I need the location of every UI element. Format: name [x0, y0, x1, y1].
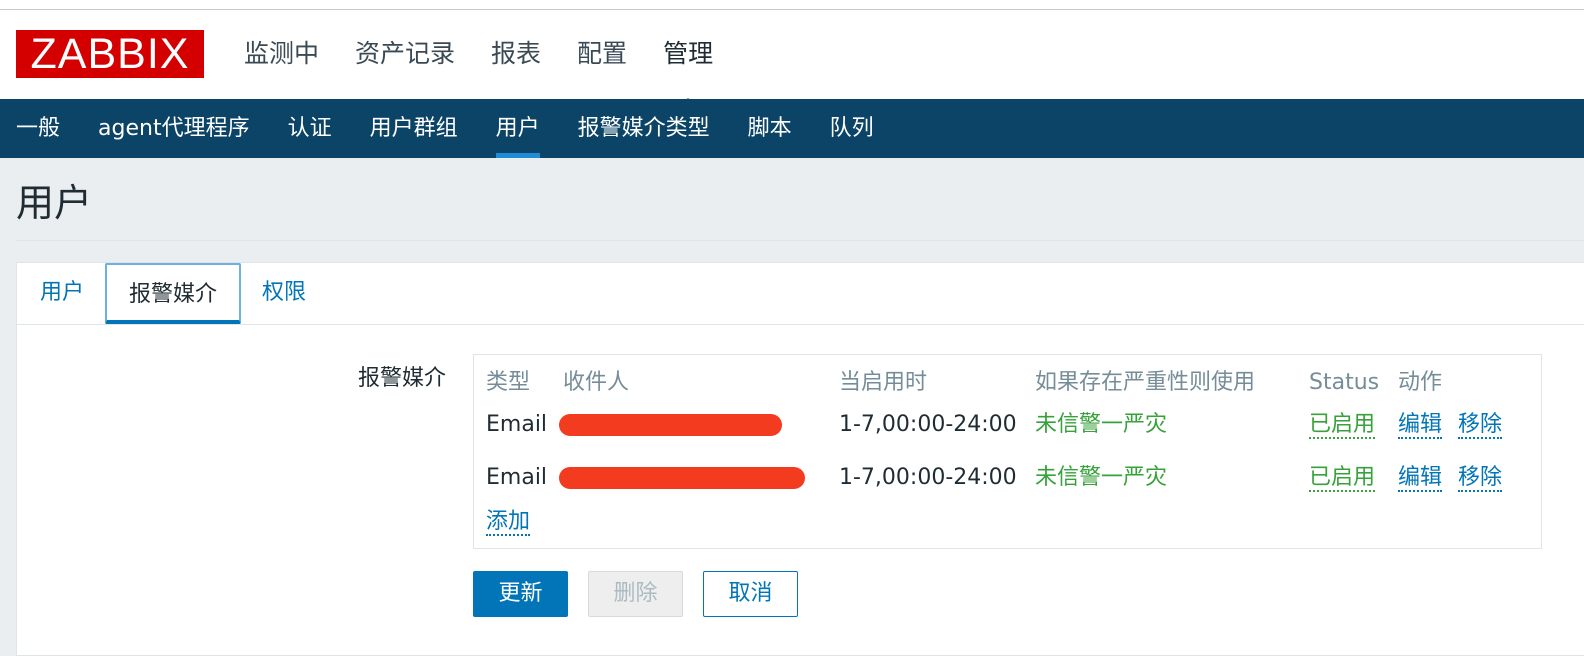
column-header-recipient: 收件人	[563, 370, 630, 395]
main-nav: 监测中 资产记录 报表 配置 管理	[226, 30, 731, 110]
main-nav-inventory[interactable]: 资产记录	[337, 30, 473, 78]
delete-button[interactable]: 删除	[588, 571, 683, 617]
main-nav-configuration[interactable]: 配置	[559, 30, 645, 78]
sub-nav-queue[interactable]: 队列	[811, 99, 893, 158]
sub-nav: 一般 agent代理程序 认证 用户群组 用户 报警媒介类型 脚本 队列	[0, 99, 1584, 158]
add-media-link[interactable]: 添加	[486, 509, 531, 536]
tab-media[interactable]: 报警媒介	[105, 263, 241, 324]
media-row-1-status-link[interactable]: 已启用	[1309, 412, 1376, 439]
zabbix-logo[interactable]: ZABBIX	[16, 30, 204, 78]
media-row-2-type: Email	[486, 465, 548, 490]
tab-user[interactable]: 用户	[27, 263, 97, 324]
column-header-type: 类型	[486, 370, 531, 395]
tab-permissions[interactable]: 权限	[249, 263, 319, 324]
sub-nav-users[interactable]: 用户	[477, 99, 559, 158]
user-form-panel: 用户 报警媒介 权限 报警媒介 类型 收件人 当启用时 如果存在严重性则使用 S…	[16, 262, 1584, 656]
main-nav-reports[interactable]: 报表	[473, 30, 559, 78]
media-row-1-severity: 未信警一严灾	[1035, 412, 1168, 437]
top-header: ZABBIX 监测中 资产记录 报表 配置 管理	[0, 10, 1584, 110]
sub-nav-scripts[interactable]: 脚本	[729, 99, 811, 158]
media-row-1-when-active: 1-7,00:00-24:00	[839, 412, 1017, 437]
cancel-button[interactable]: 取消	[703, 571, 798, 617]
main-nav-monitoring[interactable]: 监测中	[226, 30, 337, 78]
media-row-1-edit-link[interactable]: 编辑	[1398, 412, 1443, 439]
media-row-2-remove-link[interactable]: 移除	[1458, 465, 1503, 492]
media-row-1-recipient-redacted	[559, 414, 782, 436]
main-nav-administration[interactable]: 管理	[645, 30, 731, 110]
media-row-2-when-active: 1-7,00:00-24:00	[839, 465, 1017, 490]
form-tabs: 用户 报警媒介 权限	[17, 263, 1584, 325]
sub-nav-media-types[interactable]: 报警媒介类型	[559, 99, 729, 158]
column-header-action: 动作	[1398, 370, 1443, 395]
sub-nav-authentication[interactable]: 认证	[269, 99, 351, 158]
sub-nav-proxies[interactable]: agent代理程序	[79, 99, 269, 158]
page-title: 用户	[16, 181, 93, 225]
media-row-2-severity: 未信警一严灾	[1035, 465, 1168, 490]
column-header-status: Status	[1309, 370, 1380, 395]
media-row-2-status-link[interactable]: 已启用	[1309, 465, 1376, 492]
media-row-1-remove-link[interactable]: 移除	[1458, 412, 1503, 439]
update-button[interactable]: 更新	[473, 571, 568, 617]
title-divider	[16, 240, 1584, 241]
browser-top-edge	[0, 0, 1584, 10]
sub-nav-general[interactable]: 一般	[0, 99, 79, 158]
column-header-severity: 如果存在严重性则使用	[1035, 370, 1256, 395]
sub-nav-user-groups[interactable]: 用户群组	[351, 99, 477, 158]
media-table: 类型 收件人 当启用时 如果存在严重性则使用 Status 动作 Email 1…	[473, 354, 1542, 549]
media-field-label: 报警媒介	[358, 366, 447, 391]
media-row-2-recipient-redacted	[559, 467, 805, 489]
media-row-2-edit-link[interactable]: 编辑	[1398, 465, 1443, 492]
media-row-1-type: Email	[486, 412, 548, 437]
column-header-when-active: 当启用时	[839, 370, 928, 395]
